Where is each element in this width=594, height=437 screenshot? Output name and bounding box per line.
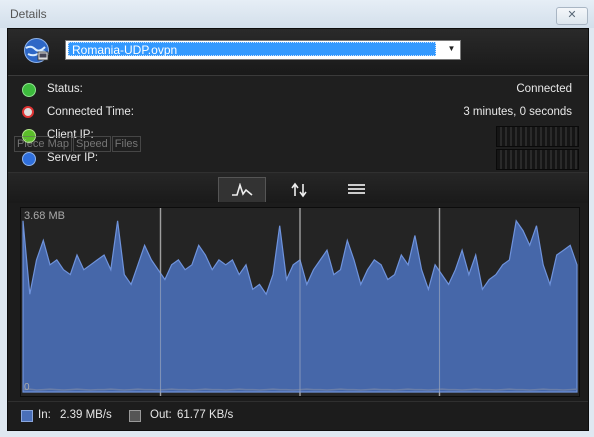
in-value: 2.39 MB/s (60, 409, 112, 421)
profile-header: Romania-UDP.ovpn ▼ (8, 29, 588, 76)
profile-select[interactable]: Romania-UDP.ovpn ▼ (65, 40, 461, 60)
view-tabs (8, 172, 588, 203)
details-panel: Romania-UDP.ovpn ▼ Status: Connected Con… (7, 28, 589, 431)
out-label: Out: (150, 409, 172, 421)
connected-time-row: Connected Time: 3 minutes, 0 seconds (8, 102, 588, 125)
speed-chart: 3.68 MB 0 (20, 207, 580, 397)
in-label: In: (38, 409, 51, 421)
speed-chart-plot (22, 208, 578, 396)
client-ip-redacted (496, 126, 579, 147)
ghost-tab-speed: Speed (72, 136, 111, 152)
clock-icon (22, 106, 34, 118)
globe-network-icon (24, 38, 49, 63)
connected-time-value: 3 minutes, 0 seconds (463, 106, 572, 118)
tab-transfer[interactable] (276, 177, 322, 201)
chevron-down-icon[interactable]: ▼ (444, 42, 459, 56)
up-down-arrows-icon (291, 182, 307, 198)
out-legend-swatch (129, 410, 141, 422)
connected-time-label: Connected Time: (47, 106, 134, 118)
out-value: 61.77 KB/s (177, 409, 234, 421)
ghost-tab-files: Files (111, 136, 142, 152)
connection-info: Status: Connected Connected Time: 3 minu… (8, 76, 588, 172)
profile-select-value: Romania-UDP.ovpn (68, 42, 436, 57)
server-ip-label: Server IP: (47, 152, 99, 164)
list-icon (348, 184, 365, 194)
ghost-tab-piece-map: Piece Map (14, 136, 72, 152)
tab-graph[interactable] (218, 177, 266, 202)
close-button[interactable]: ✕ (556, 7, 588, 25)
tab-log[interactable] (334, 177, 380, 201)
status-row: Status: Connected (8, 79, 588, 102)
line-graph-icon (232, 183, 253, 196)
window-title: Details (10, 7, 47, 21)
status-value: Connected (516, 83, 572, 95)
chart-zero-label: 0 (24, 382, 30, 393)
chart-max-label: 3.68 MB (24, 210, 65, 222)
background-tabs: Piece Map Speed Files (14, 136, 142, 152)
server-icon (22, 152, 36, 166)
lock-icon (22, 83, 36, 97)
server-ip-redacted (496, 149, 579, 170)
status-label: Status: (47, 83, 83, 95)
in-legend-swatch (21, 410, 33, 422)
speed-legend: In: 2.39 MB/s Out: 61.77 KB/s (8, 401, 588, 430)
title-bar: Details ✕ (0, 0, 594, 28)
